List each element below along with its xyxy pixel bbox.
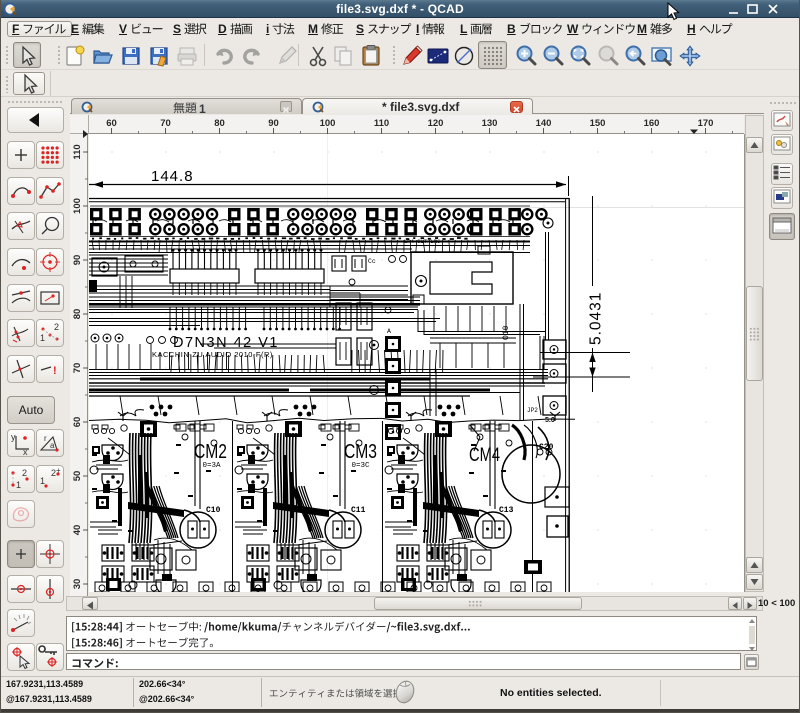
- svg-text:r: r: [44, 434, 47, 443]
- svg-text:A: A: [387, 328, 391, 335]
- svg-text:+: +: [56, 466, 61, 475]
- svg-text:C13: C13: [499, 506, 514, 515]
- svg-text:D7N3N 42 V1: D7N3N 42 V1: [173, 335, 279, 351]
- svg-text:2: 2: [22, 468, 27, 478]
- svg-text:150: 150: [590, 118, 606, 129]
- svg-text:JP2: JP2: [527, 407, 538, 414]
- svg-text:90: 90: [72, 255, 83, 266]
- svg-text:CM3: CM3: [344, 441, 377, 463]
- svg-text:80: 80: [72, 309, 83, 320]
- svg-text:5.0431: 5.0431: [588, 292, 605, 345]
- svg-text:!: !: [53, 365, 57, 377]
- svg-text:130: 130: [482, 118, 498, 129]
- svg-text:C10: C10: [206, 506, 221, 515]
- svg-text:0=3A: 0=3A: [203, 462, 222, 470]
- svg-text:110: 110: [374, 118, 389, 129]
- svg-text:170: 170: [698, 118, 714, 129]
- svg-text:144.8: 144.8: [151, 168, 194, 185]
- svg-text:5.0: 5.0: [545, 417, 555, 424]
- svg-text:1: 1: [40, 476, 45, 486]
- svg-text:0=3C: 0=3C: [352, 462, 371, 470]
- svg-text:70: 70: [72, 363, 83, 374]
- svg-text:KACCHIN-ZU AUDIO 2010-F(R): KACCHIN-ZU AUDIO 2010-F(R): [152, 350, 273, 359]
- svg-text:1: 1: [40, 333, 45, 343]
- svg-text:90: 90: [268, 118, 279, 129]
- svg-text:100: 100: [72, 198, 83, 214]
- svg-text:1: 1: [16, 480, 21, 490]
- svg-text:y: y: [11, 432, 16, 442]
- svg-text:60: 60: [72, 417, 83, 428]
- svg-text:40: 40: [72, 525, 83, 536]
- svg-text:70: 70: [160, 118, 171, 129]
- svg-text:O10: O10: [502, 325, 511, 340]
- svg-text:60: 60: [106, 118, 117, 129]
- svg-text:80: 80: [214, 118, 225, 129]
- svg-text:C11: C11: [351, 506, 366, 515]
- svg-text:100: 100: [320, 118, 336, 129]
- svg-text:CM4: CM4: [469, 445, 500, 466]
- svg-text:a: a: [50, 441, 55, 450]
- svg-text:140: 140: [536, 118, 552, 129]
- svg-text:110: 110: [72, 144, 83, 159]
- svg-text:30: 30: [72, 579, 83, 590]
- svg-text:2: 2: [54, 322, 59, 332]
- svg-text:120: 120: [428, 118, 444, 129]
- svg-text:x: x: [23, 447, 28, 456]
- svg-text:Cc: Cc: [368, 258, 376, 265]
- svg-text:50: 50: [72, 471, 83, 482]
- svg-text:CM2: CM2: [194, 441, 227, 463]
- svg-text:160: 160: [644, 118, 660, 129]
